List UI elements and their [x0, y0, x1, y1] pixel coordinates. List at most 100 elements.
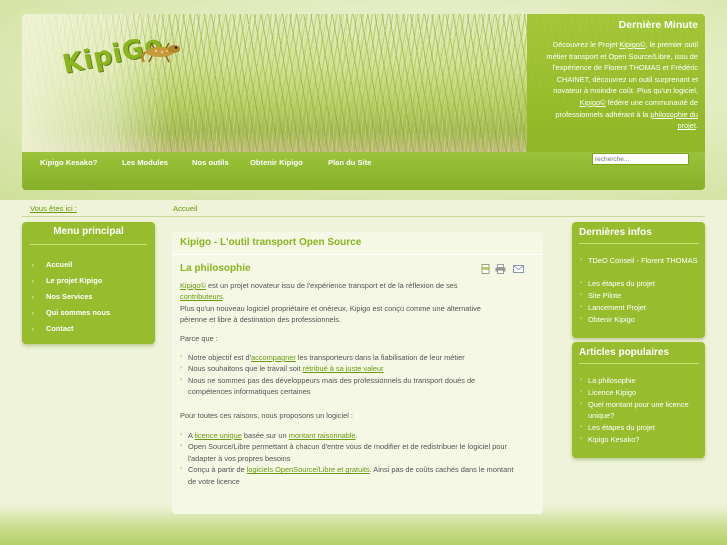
popular-item-philosophie[interactable]: › La philosophie [580, 375, 700, 386]
chevron-right-icon: › [32, 295, 34, 301]
chevron-right-icon: › [180, 376, 182, 383]
list-item: › Nous ne sommes pas des développeurs mai… [180, 375, 520, 398]
menu-item-contact[interactable]: › Contact [32, 324, 74, 333]
chevron-right-icon: › [32, 327, 34, 333]
popular-item-label: Les étapes du projet [588, 423, 655, 432]
popular-item-label: Kipigo Kesako? [588, 435, 640, 444]
bullet-text: Nous souhaitons que le travail soit [188, 364, 303, 374]
list-item: › Notre objectif est d'accompagner les tr… [180, 352, 520, 363]
chevron-right-icon: › [580, 436, 582, 442]
nav-obtenir-kipigo[interactable]: Obtenir Kipigo [250, 158, 303, 167]
lizard-icon [141, 42, 180, 63]
pdf-icon[interactable] [480, 264, 491, 274]
chevron-right-icon: › [580, 401, 582, 407]
articles-populaires-box: Articles populaires › La philosophie › Lic… [572, 342, 705, 458]
bullet-text: basée sur un [241, 431, 289, 440]
section-title: La philosophie [180, 263, 251, 274]
news-item-tdeo[interactable]: › TDeO Conseil - Florent THOMAS [580, 255, 700, 266]
bullet-text: les transporteurs dans la fiabilisation … [295, 353, 465, 362]
popular-item-label: Quel montant pour une licence unique? [588, 400, 689, 421]
kipigo-link-2[interactable]: Kipigo© [580, 98, 606, 107]
breadcrumb-label: Vous êtes ici : [30, 204, 77, 213]
kipigo-logo[interactable]: KipiGo [60, 30, 182, 80]
chevron-right-icon: › [580, 257, 582, 263]
list-item: › Nous souhaitons que le travail soit rét… [180, 363, 520, 374]
menu-item-projet-kipigo[interactable]: › Le projet Kipigo [32, 276, 102, 285]
news-item-site-pilote[interactable]: › Site Pilote [580, 290, 700, 301]
chevron-right-icon: › [180, 443, 182, 450]
chevron-right-icon: › [180, 466, 182, 473]
paragraph-raisons: Pour toutes ces raisons, nous proposons … [180, 411, 353, 420]
news-item-obtenir[interactable]: › Obtenir Kipigo [580, 314, 700, 325]
nav-nos-outils[interactable]: Nos outils [192, 158, 229, 167]
menu-item-accueil[interactable]: › Accueil [32, 260, 72, 269]
popular-item-kesako[interactable]: › Kipigo Kesako? [580, 434, 700, 445]
menu-item-label: Nos Services [46, 292, 93, 301]
paragraph-text: est un projet novateur issu de l'expérie… [206, 281, 458, 290]
page-title: Kipigo - L'outil transport Open Source [180, 237, 362, 248]
menu-item-qui-sommes-nous[interactable]: › Qui sommes nous [32, 308, 110, 317]
paragraph-text: . [222, 292, 225, 302]
derniere-minute-title: Dernière Minute [618, 19, 698, 31]
list-item: › Open Source/Libre permettant à chacun d… [180, 441, 520, 464]
kipigo-link[interactable]: Kipigo© [180, 281, 206, 290]
popular-item-montant[interactable]: › Quel montant pour une licence unique? [580, 399, 700, 421]
paragraph-parce-que: Parce que : [180, 334, 218, 343]
print-icon[interactable] [495, 264, 506, 274]
bullet-text: . [355, 431, 358, 440]
news-item-label: Obtenir Kipigo [588, 315, 635, 324]
nav-kipigo-kesako[interactable]: Kipigo Kesako? [40, 158, 97, 167]
chevron-right-icon: › [32, 263, 34, 269]
title-divider [172, 254, 543, 255]
chevron-right-icon: › [32, 311, 34, 317]
email-icon[interactable] [513, 264, 524, 274]
accompagner-link[interactable]: accompagner [251, 353, 296, 362]
list-item: › A licence unique basée sur un montant r… [180, 430, 520, 441]
chevron-right-icon: › [580, 316, 582, 322]
popular-item-label: Licence Kipigo [588, 388, 637, 397]
menu-item-nos-services[interactable]: › Nos Services [32, 292, 92, 301]
list-item: › Conçu à partir de logiciels OpenSource/… [180, 464, 520, 487]
philosophie-link[interactable]: philosophie du projet [650, 110, 698, 131]
chevron-right-icon: › [580, 292, 582, 298]
menu-item-label: Contact [46, 324, 74, 333]
minute-text-1: Découvrez le Projet [552, 40, 620, 49]
articles-populaires-divider [579, 363, 699, 364]
articles-populaires-title: Articles populaires [579, 347, 670, 358]
main-menu-title: Menu principal [53, 226, 124, 237]
kipigo-link[interactable]: Kipigo© [619, 40, 645, 49]
derniere-minute-text: Découvrez le Projet Kipigo©, le premier … [533, 39, 698, 132]
breadcrumb-home-link[interactable]: Accueil [173, 204, 197, 213]
derniere-minute-panel: Dernière Minute Découvrez le Projet Kipi… [527, 14, 705, 152]
news-item-lancement[interactable]: › Lancement Projet [580, 302, 700, 313]
dernieres-infos-box: Dernières infos › TDeO Conseil - Florent … [572, 222, 705, 338]
search-input[interactable] [592, 153, 689, 165]
logiciels-libres-link[interactable]: logiciels OpenSource/Libre et gratuits [247, 465, 370, 474]
chevron-right-icon: › [180, 354, 182, 360]
retribue-link[interactable]: rétribué à sa juste valeur [303, 364, 384, 373]
news-item-label: Lancement Projet [588, 303, 646, 312]
nav-les-modules[interactable]: Les Modules [122, 158, 168, 167]
chevron-right-icon: › [580, 377, 582, 383]
popular-item-etapes[interactable]: › Les étapes du projet [580, 422, 700, 433]
breadcrumb-divider [22, 216, 705, 217]
paragraph-text: Plus qu'un nouveau logiciel propriétaire… [180, 303, 481, 325]
menu-item-label: Qui sommes nous [46, 308, 111, 317]
news-item-label: Les étapes du projet [588, 279, 655, 288]
bullet-text: Conçu à partir de [188, 465, 247, 475]
montant-raisonnable-link[interactable]: montant raisonnable [289, 431, 356, 440]
nav-plan-du-site[interactable]: Plan du Site [328, 158, 371, 167]
licence-unique-link[interactable]: licence unique [195, 431, 242, 440]
news-item-label: TDeO Conseil - Florent THOMAS [588, 256, 698, 265]
news-item-etapes[interactable]: › Les étapes du projet [580, 278, 700, 289]
bullets-parce-que: › Notre objectif est d'accompagner les tr… [180, 352, 520, 398]
menu-item-label: Le projet Kipigo [46, 276, 103, 285]
bullets-raisons: › A licence unique basée sur un montant r… [180, 430, 520, 487]
popular-item-licence[interactable]: › Licence Kipigo [580, 387, 700, 398]
dernieres-infos-title: Dernières infos [579, 227, 652, 238]
news-item-label: Site Pilote [588, 291, 622, 300]
chevron-right-icon: › [32, 279, 34, 285]
contributeurs-link[interactable]: contributeurs [180, 292, 223, 301]
main-menu-divider [30, 244, 147, 245]
chevron-right-icon: › [180, 432, 182, 438]
